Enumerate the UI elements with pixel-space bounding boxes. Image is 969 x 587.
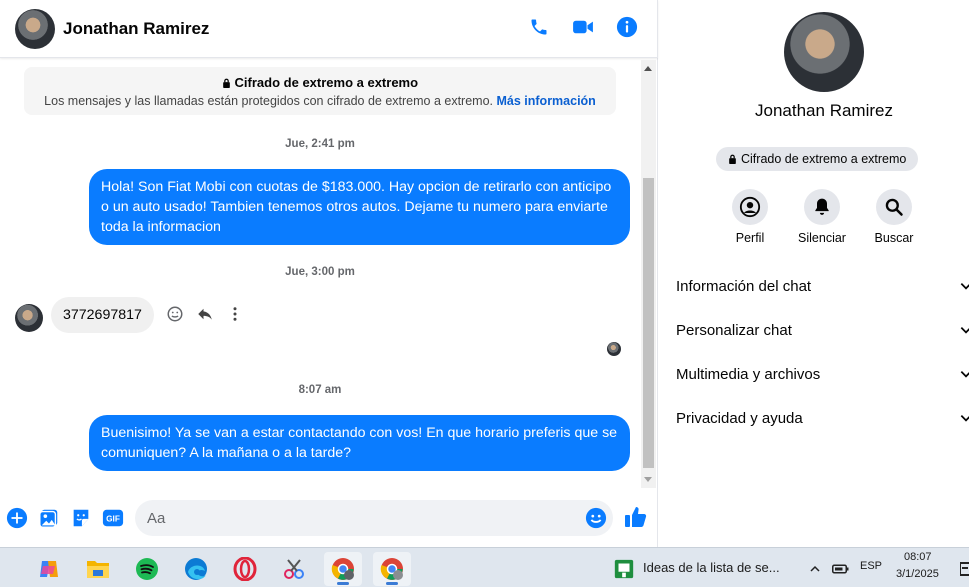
taskbar: Ideas de la lista de se... ESP 08:07 3/1…: [0, 547, 969, 587]
e2e-banner: Cifrado de extremo a extremo Los mensaje…: [24, 67, 616, 115]
section-chat-info[interactable]: Información del chat: [676, 266, 969, 306]
e2e-subtitle: Los mensajes y las llamadas están proteg…: [44, 94, 494, 108]
read-receipt-avatar: [607, 342, 621, 356]
e2e-badge[interactable]: Cifrado de extremo a extremo: [716, 147, 919, 171]
emoji-icon[interactable]: [585, 507, 607, 529]
chrome-profile-1-icon[interactable]: [324, 552, 362, 586]
messenger-app: Jonathan Ramirez Cifrado de extremo a ex…: [0, 0, 969, 547]
chrome-profile-2-icon[interactable]: [373, 552, 411, 586]
video-call-icon[interactable]: [572, 16, 594, 38]
header-actions: [528, 16, 638, 38]
sender-avatar[interactable]: [15, 304, 43, 332]
message-timestamp: Jue, 3:00 pm: [285, 266, 355, 278]
section-label: Información del chat: [676, 277, 812, 295]
profile-icon[interactable]: [732, 189, 768, 225]
section-label: Privacidad y ayuda: [676, 409, 803, 427]
chevron-down-icon: [960, 327, 969, 334]
plus-icon[interactable]: [6, 507, 28, 529]
section-privacy-help[interactable]: Privacidad y ayuda: [676, 398, 969, 438]
chat-header: Jonathan Ramirez: [0, 0, 658, 58]
section-media-files[interactable]: Multimedia y archivos: [676, 354, 969, 394]
search-icon[interactable]: [876, 189, 912, 225]
composer: GIF: [0, 490, 658, 547]
react-emoji-icon[interactable]: [166, 305, 184, 323]
language-indicator[interactable]: ESP: [860, 560, 882, 572]
copilot-icon[interactable]: [30, 552, 68, 586]
profile-action-label: Perfil: [735, 231, 765, 245]
window-title[interactable]: Ideas de la lista de se...: [643, 560, 780, 575]
section-label: Personalizar chat: [676, 321, 792, 339]
outgoing-message[interactable]: Buenisimo! Ya se van a estar contactando…: [89, 415, 630, 471]
chevron-down-icon: [960, 283, 969, 290]
sticker-icon[interactable]: [70, 507, 92, 529]
phone-icon[interactable]: [528, 16, 550, 38]
message-input[interactable]: [135, 500, 613, 536]
contact-name[interactable]: Jonathan Ramirez: [63, 19, 209, 39]
file-explorer-icon[interactable]: [79, 552, 117, 586]
scroll-down-arrow[interactable]: [644, 477, 652, 482]
gif-icon[interactable]: GIF: [102, 507, 124, 529]
section-customize-chat[interactable]: Personalizar chat: [676, 310, 969, 350]
e2e-badge-label: Cifrado de extremo a extremo: [741, 152, 907, 166]
bell-icon[interactable]: [804, 189, 840, 225]
battery-icon[interactable]: [826, 552, 856, 586]
scroll-up-arrow[interactable]: [644, 66, 652, 71]
mute-action[interactable]: Silenciar: [787, 189, 857, 245]
clock-time[interactable]: 08:07: [904, 551, 932, 563]
profile-name: Jonathan Ramirez: [755, 101, 893, 120]
svg-text:GIF: GIF: [106, 515, 120, 524]
clock-date[interactable]: 3/1/2025: [896, 568, 939, 580]
gallery-icon[interactable]: [38, 507, 60, 529]
chat-pane: Jonathan Ramirez Cifrado de extremo a ex…: [0, 0, 658, 547]
chevron-down-icon: [960, 371, 969, 378]
more-info-link[interactable]: Más información: [497, 94, 596, 108]
message-timestamp: Jue, 2:41 pm: [285, 138, 355, 150]
chat-info-pane: Jonathan Ramirez Cifrado de extremo a ex…: [659, 0, 969, 547]
mute-action-label: Silenciar: [798, 231, 846, 245]
notification-icon[interactable]: [958, 552, 969, 586]
message-list[interactable]: Cifrado de extremo a extremo Los mensaje…: [0, 60, 642, 488]
reply-icon[interactable]: [196, 305, 214, 323]
search-action[interactable]: Buscar: [859, 189, 929, 245]
more-options-icon[interactable]: [226, 305, 244, 323]
scroll-thumb[interactable]: [643, 178, 654, 468]
opera-icon[interactable]: [226, 552, 264, 586]
widgets-icon[interactable]: [0, 552, 8, 586]
e2e-title: Cifrado de extremo a extremo: [234, 75, 419, 90]
message-actions: [166, 305, 244, 323]
message-timestamp: 8:07 am: [298, 384, 342, 396]
profile-avatar[interactable]: [784, 12, 864, 92]
snipping-tool-icon[interactable]: [275, 552, 313, 586]
lock-icon: [223, 78, 230, 88]
outgoing-message[interactable]: Hola! Son Fiat Mobi con cuotas de $183.0…: [89, 169, 630, 245]
lock-icon: [729, 154, 736, 164]
chevron-down-icon: [960, 415, 969, 422]
window-app-icon[interactable]: [605, 552, 643, 586]
search-action-label: Buscar: [874, 231, 914, 245]
section-label: Multimedia y archivos: [676, 365, 821, 383]
incoming-message[interactable]: 3772697817: [51, 297, 154, 333]
contact-avatar[interactable]: [15, 9, 55, 49]
thumbs-up-icon[interactable]: [624, 505, 648, 529]
message-scrollbar[interactable]: [641, 60, 656, 488]
profile-action[interactable]: Perfil: [715, 189, 785, 245]
info-icon[interactable]: [616, 16, 638, 38]
edge-icon[interactable]: [177, 552, 215, 586]
spotify-icon[interactable]: [128, 552, 166, 586]
